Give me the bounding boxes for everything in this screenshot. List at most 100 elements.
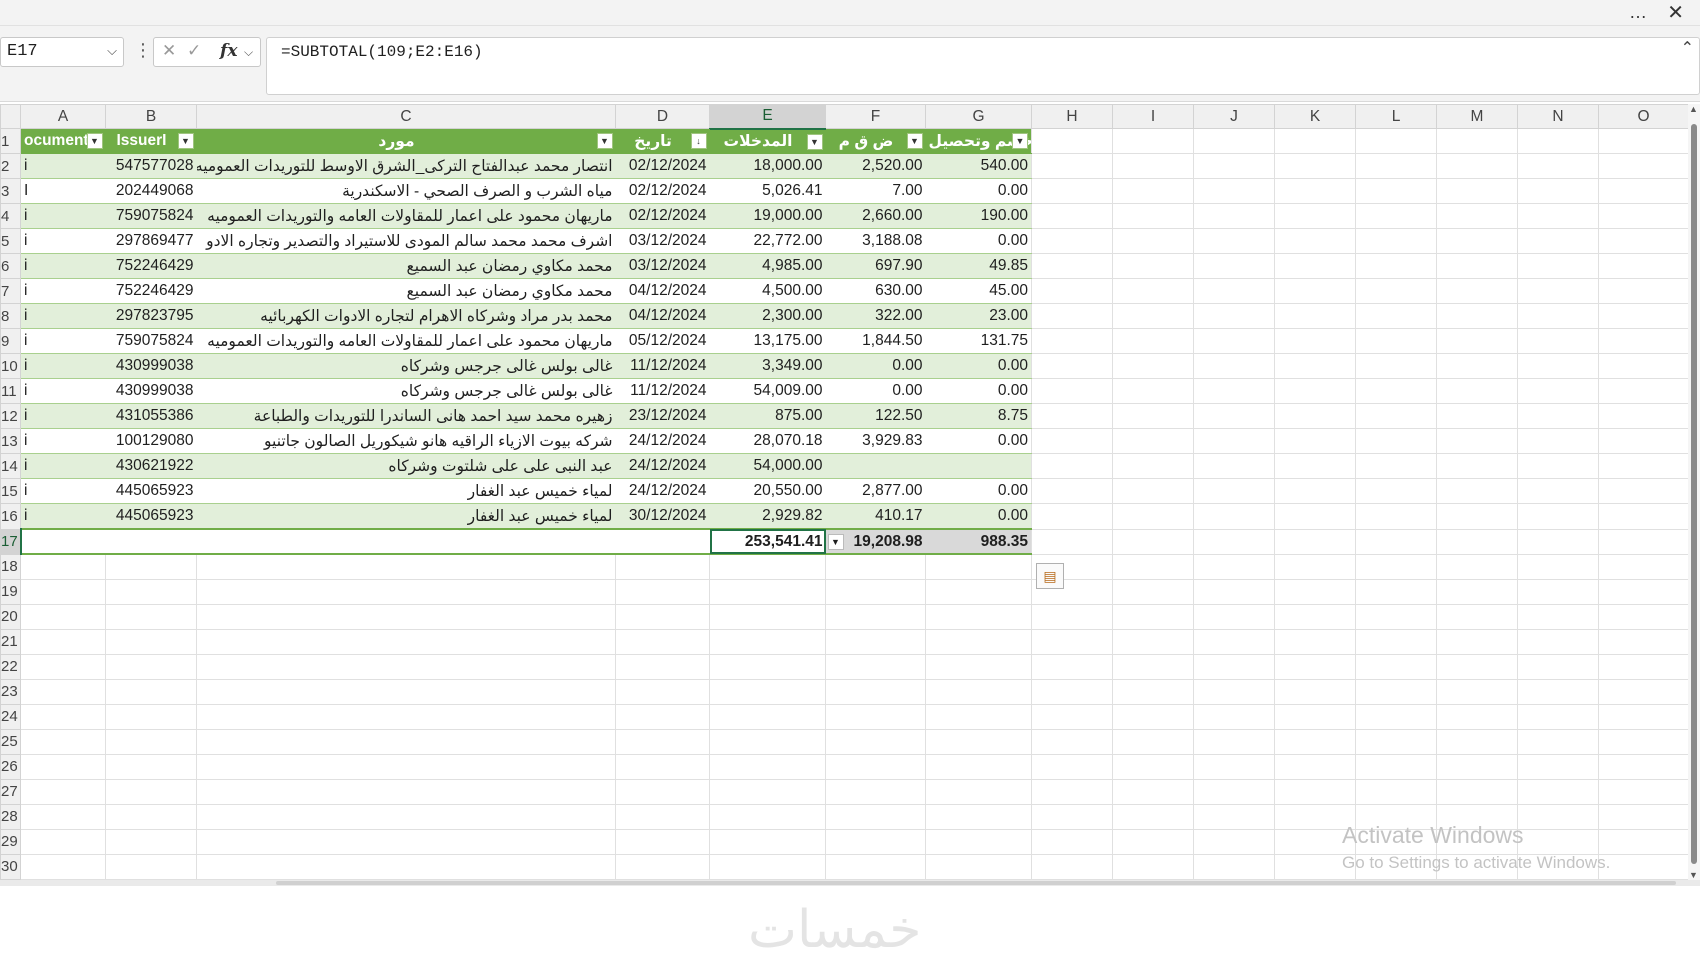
table-header-cell[interactable]: ض ق م ▼ xyxy=(825,127,926,155)
row-header[interactable]: 27 xyxy=(0,778,21,805)
cell-e[interactable]: 4,985.00 xyxy=(709,253,826,280)
cell-c[interactable]: محمد مكاوي رمضان عبد السميع xyxy=(196,253,616,280)
column-header-o[interactable]: O xyxy=(1598,104,1689,129)
quick-analysis-icon[interactable]: ▤ xyxy=(1036,563,1064,589)
cell-f[interactable]: 0.00 xyxy=(825,378,926,405)
filter-dropdown-icon[interactable]: ▼ xyxy=(1012,133,1028,149)
total-cell-f[interactable]: ▼ 19,208.98 xyxy=(825,527,926,556)
cell-a[interactable]: i xyxy=(20,253,106,280)
row-header[interactable]: 9 xyxy=(0,328,21,355)
cell-f[interactable]: 2,877.00 xyxy=(825,478,926,505)
cell-g[interactable]: 190.00 xyxy=(925,203,1032,230)
cell-f[interactable]: 3,929.83 xyxy=(825,428,926,455)
row-header[interactable]: 22 xyxy=(0,653,21,680)
filter-dropdown-icon[interactable]: ▼ xyxy=(906,133,923,149)
cell-a[interactable]: i xyxy=(20,353,106,380)
cell-b[interactable]: 445065923 xyxy=(105,503,197,530)
column-header-c[interactable]: C xyxy=(196,104,616,129)
column-header-a[interactable]: A xyxy=(20,104,106,129)
table-header-cell[interactable]: ocument ▼ xyxy=(20,127,106,155)
cell-f[interactable]: 2,660.00 xyxy=(825,203,926,230)
row-header[interactable]: 4 xyxy=(0,203,21,230)
scroll-up-icon[interactable]: ▲ xyxy=(1689,104,1698,114)
row-header[interactable]: 15 xyxy=(0,478,21,505)
table-header-cell[interactable]: خصم وتحصيل ▼ xyxy=(925,127,1032,155)
row-header[interactable]: 1 xyxy=(0,127,21,155)
cell-b[interactable] xyxy=(105,527,197,556)
cell-f[interactable]: 2,520.00 xyxy=(825,153,926,180)
cell-b[interactable]: 202449068 xyxy=(105,178,197,205)
cell-a[interactable]: i xyxy=(20,503,106,530)
cell-f[interactable]: 3,188.08 xyxy=(825,228,926,255)
row-header[interactable]: 30 xyxy=(0,853,21,881)
total-function-dropdown-icon[interactable]: ▼ xyxy=(827,534,844,550)
cell-b[interactable]: 759075824 xyxy=(105,328,197,355)
row-header[interactable]: 23 xyxy=(0,678,21,705)
cell-c[interactable] xyxy=(196,527,616,556)
cell-f[interactable]: 0.00 xyxy=(825,353,926,380)
cell-d[interactable]: 02/12/2024 xyxy=(615,153,710,180)
cell-g[interactable]: 49.85 xyxy=(925,253,1032,280)
row-header[interactable]: 5 xyxy=(0,228,21,255)
cell-c[interactable]: محمد بدر مراد وشركاه الاهرام لتجاره الاد… xyxy=(196,303,616,330)
cell-e[interactable]: 22,772.00 xyxy=(709,228,826,255)
cell-g[interactable]: 0.00 xyxy=(925,353,1032,380)
cell-f[interactable]: 7.00 xyxy=(825,178,926,205)
insert-function-icon[interactable]: fx xyxy=(220,41,237,61)
row-header[interactable]: 8 xyxy=(0,303,21,330)
cell-a[interactable] xyxy=(20,527,106,556)
cell-c[interactable]: عبد النبى على على شلتوت وشركاه xyxy=(196,453,616,480)
cell-g[interactable]: 0.00 xyxy=(925,428,1032,455)
cell-e[interactable]: 54,009.00 xyxy=(709,378,826,405)
scrollbar-thumb[interactable] xyxy=(1691,124,1697,864)
cell-c[interactable]: لمياء خميس عبد الغفار xyxy=(196,503,616,530)
cell-f[interactable]: 630.00 xyxy=(825,278,926,305)
cell-d[interactable]: 02/12/2024 xyxy=(615,203,710,230)
chevron-down-icon[interactable]: ⌵ xyxy=(244,45,253,60)
cell-c[interactable]: شركه بيوت الازياء الراقيه هانو شيكوريل ا… xyxy=(196,428,616,455)
column-header-m[interactable]: M xyxy=(1436,104,1518,129)
total-cell-e[interactable]: 253,541.41 xyxy=(709,527,826,556)
cell-g[interactable]: 0.00 xyxy=(925,228,1032,255)
cell-g[interactable]: 0.00 xyxy=(925,503,1032,530)
cell-c[interactable]: زهيره محمد سيد احمد هانى الساندرا للتوري… xyxy=(196,403,616,430)
row-header[interactable]: 11 xyxy=(0,378,21,405)
filter-dropdown-icon[interactable]: ▼ xyxy=(177,133,194,149)
cell-c[interactable]: غالى بولس غالى جرجس وشركاه xyxy=(196,378,616,405)
cell-c[interactable]: انتصار محمد عبدالفتاح الترکی_الشرق الاوس… xyxy=(196,153,616,180)
filter-dropdown-icon[interactable]: ▼ xyxy=(806,133,823,150)
formula-input[interactable]: =SUBTOTAL(109;E2:E16) xyxy=(266,37,1700,95)
cell-b[interactable]: 752246429 xyxy=(105,278,197,305)
row-header[interactable]: 19 xyxy=(0,578,21,605)
column-header-d[interactable]: D xyxy=(615,104,710,129)
cell-b[interactable]: 752246429 xyxy=(105,253,197,280)
cell-e[interactable]: 3,349.00 xyxy=(709,353,826,380)
cell-e[interactable]: 875.00 xyxy=(709,403,826,430)
cell-a[interactable]: i xyxy=(20,478,106,505)
cell-f[interactable] xyxy=(825,453,926,480)
cell-a[interactable]: i xyxy=(20,153,106,180)
cell-f[interactable]: 410.17 xyxy=(825,503,926,530)
cell-a[interactable]: i xyxy=(20,428,106,455)
cell-e[interactable]: 19,000.00 xyxy=(709,203,826,230)
cell-b[interactable]: 297823795 xyxy=(105,303,197,330)
column-header-h[interactable]: H xyxy=(1031,104,1113,129)
cell-c[interactable]: مياه الشرب و الصرف الصحي - الاسكندرية xyxy=(196,178,616,205)
cell-g[interactable]: 8.75 xyxy=(925,403,1032,430)
chevron-up-icon[interactable]: ⌃ xyxy=(1681,38,1694,58)
cell-d[interactable]: 11/12/2024 xyxy=(615,378,710,405)
cell-f[interactable]: 697.90 xyxy=(825,253,926,280)
table-header-cell[interactable]: مورد ▼ xyxy=(196,127,616,155)
cell-c[interactable]: اشرف محمد محمد سالم المودى للاستيراد وال… xyxy=(196,228,616,255)
cell-d[interactable]: 24/12/2024 xyxy=(615,428,710,455)
cell-b[interactable]: 430999038 xyxy=(105,378,197,405)
cell-g[interactable]: 0.00 xyxy=(925,178,1032,205)
cell-a[interactable]: i xyxy=(20,278,106,305)
cell-b[interactable]: 430999038 xyxy=(105,353,197,380)
cell-e[interactable]: 20,550.00 xyxy=(709,478,826,505)
cell-c[interactable]: غالى بولس غالى جرجس وشركاه xyxy=(196,353,616,380)
row-header[interactable]: 7 xyxy=(0,278,21,305)
column-header-g[interactable]: G xyxy=(925,104,1032,129)
cell-a[interactable]: i xyxy=(20,203,106,230)
close-icon[interactable]: ✕ xyxy=(1667,0,1684,25)
